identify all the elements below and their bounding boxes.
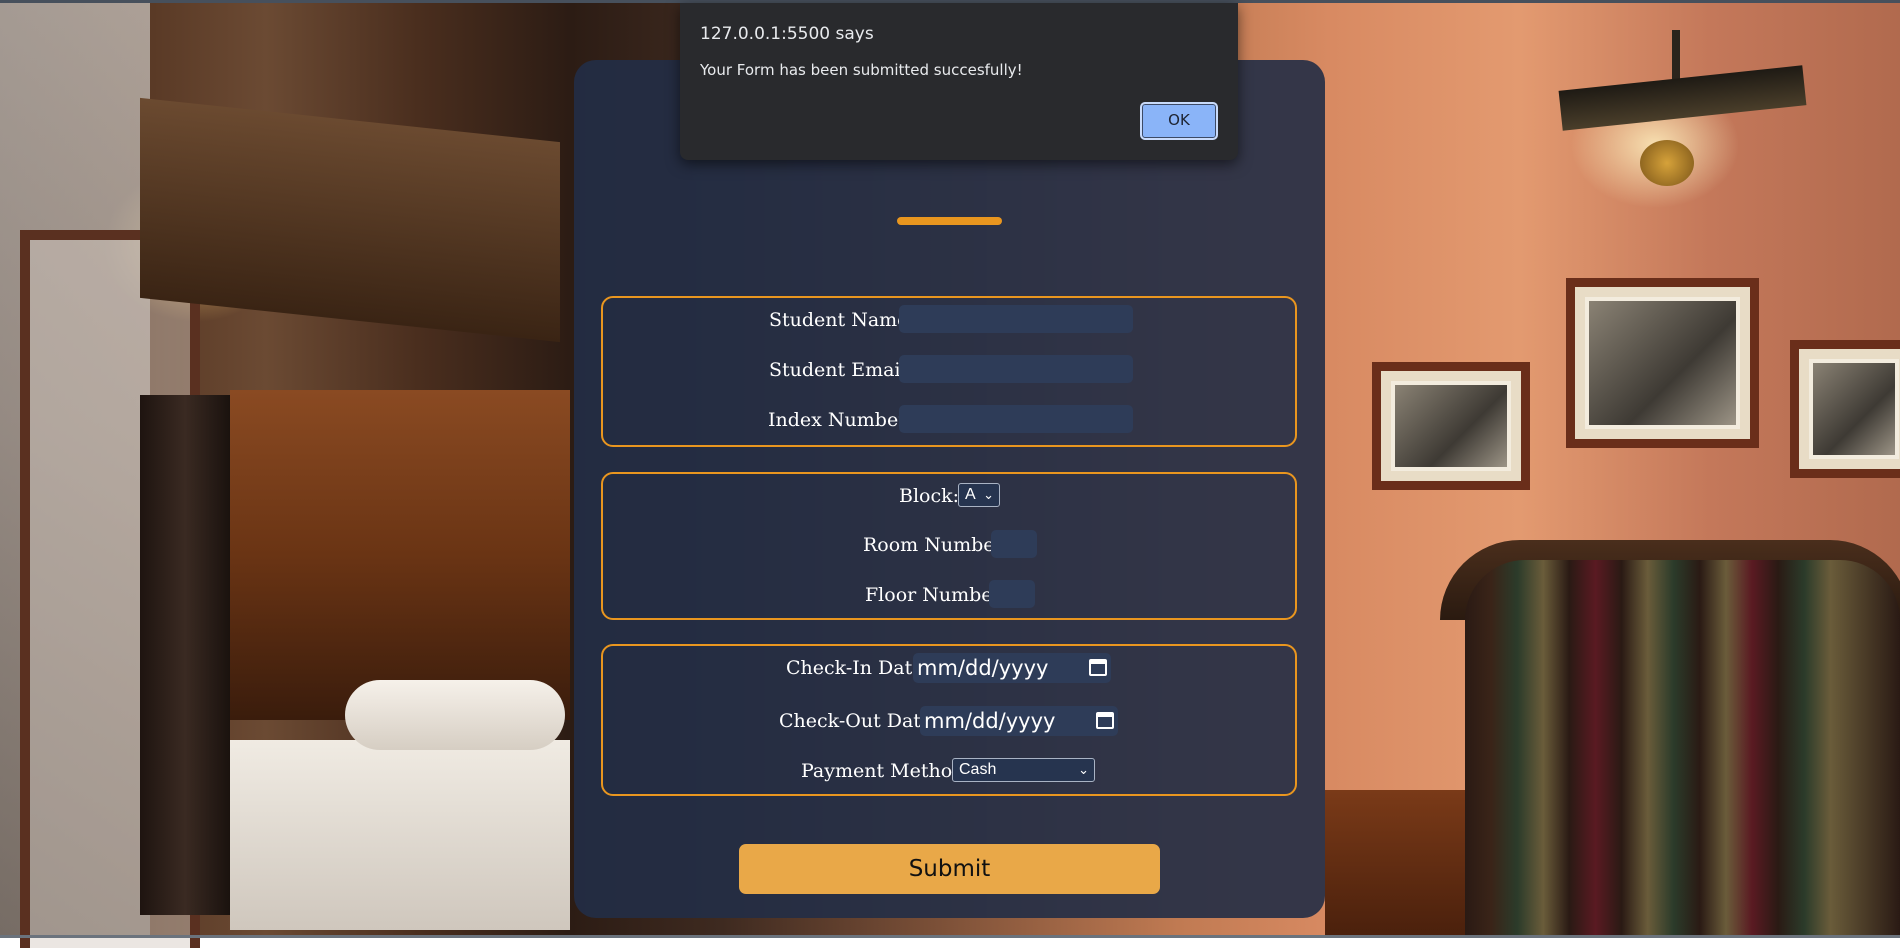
- title-underline: [897, 217, 1002, 225]
- lamp-fixture: [1640, 140, 1694, 186]
- floor-number-label: Floor Number:: [865, 584, 1008, 606]
- calendar-icon[interactable]: [1089, 659, 1107, 676]
- ok-button[interactable]: OK: [1140, 102, 1218, 140]
- calendar-icon[interactable]: [1096, 712, 1114, 729]
- student-email-input[interactable]: [899, 355, 1133, 383]
- checkin-row: Check-In Date: mm/dd/yyyy: [603, 653, 1295, 683]
- student-name-input[interactable]: [899, 305, 1133, 333]
- checkout-label: Check-Out Date:: [779, 710, 939, 732]
- room-number-label: Room Number:: [863, 534, 1010, 556]
- checkout-date-input[interactable]: mm/dd/yyyy: [920, 706, 1118, 736]
- bunk-bed-lower: [230, 390, 570, 720]
- payment-method-value: Cash: [959, 761, 996, 778]
- student-details-fieldset: Student Name: Student Email: Index Numbe…: [601, 296, 1297, 447]
- picture-frame: [1566, 278, 1759, 448]
- curtain: [140, 395, 230, 915]
- index-number-label: Index Number:: [768, 409, 914, 431]
- block-label: Block:: [899, 485, 959, 507]
- chevron-down-icon: ⌄: [983, 484, 994, 505]
- mattress: [230, 740, 570, 930]
- picture-frame: [1372, 362, 1530, 490]
- room-number-row: Room Number:: [603, 530, 1295, 560]
- block-select-value: A: [965, 486, 976, 503]
- chair: [1465, 560, 1900, 938]
- payment-method-select[interactable]: Cash ⌄: [952, 758, 1095, 782]
- booking-form-card: ​ Student Name: Student Email: Index Num…: [574, 60, 1325, 918]
- checkin-date-input[interactable]: mm/dd/yyyy: [913, 653, 1111, 683]
- payment-row: Payment Method: Cash ⌄: [603, 756, 1295, 786]
- pillow: [345, 680, 565, 750]
- picture-frame: [1790, 340, 1900, 478]
- checkin-date-placeholder: mm/dd/yyyy: [917, 656, 1048, 680]
- block-row: Block: A ⌄: [603, 481, 1295, 511]
- index-number-row: Index Number:: [603, 405, 1295, 435]
- floor-number-input[interactable]: [989, 580, 1035, 608]
- booking-details-fieldset: Check-In Date: mm/dd/yyyy Check-Out Date…: [601, 644, 1297, 796]
- room-details-fieldset: Block: A ⌄ Room Number: Floor Number:: [601, 472, 1297, 620]
- index-number-input[interactable]: [899, 405, 1133, 433]
- block-select[interactable]: A ⌄: [958, 483, 1000, 507]
- form-title-obscured: ​: [574, 178, 1325, 234]
- checkout-row: Check-Out Date: mm/dd/yyyy: [603, 706, 1295, 736]
- submit-button[interactable]: Submit: [739, 844, 1160, 894]
- floor-number-row: Floor Number:: [603, 580, 1295, 610]
- student-email-label: Student Email:: [769, 359, 913, 381]
- payment-method-label: Payment Method:: [801, 760, 971, 782]
- student-email-row: Student Email:: [603, 355, 1295, 385]
- dialog-message: Your Form has been submitted succesfully…: [700, 61, 1023, 79]
- chevron-down-icon: ⌄: [1078, 759, 1089, 780]
- student-name-row: Student Name:: [603, 305, 1295, 335]
- alert-dialog: 127.0.0.1:5500 says Your Form has been s…: [680, 3, 1238, 160]
- room-number-input[interactable]: [991, 530, 1037, 558]
- bunk-bed-top: [140, 98, 560, 342]
- wall-lamp: [1559, 65, 1807, 130]
- checkout-date-placeholder: mm/dd/yyyy: [924, 709, 1055, 733]
- student-name-label: Student Name:: [769, 309, 915, 331]
- checkin-label: Check-In Date:: [786, 657, 930, 679]
- dialog-origin: 127.0.0.1:5500 says: [700, 24, 874, 44]
- side-table: [1325, 790, 1475, 938]
